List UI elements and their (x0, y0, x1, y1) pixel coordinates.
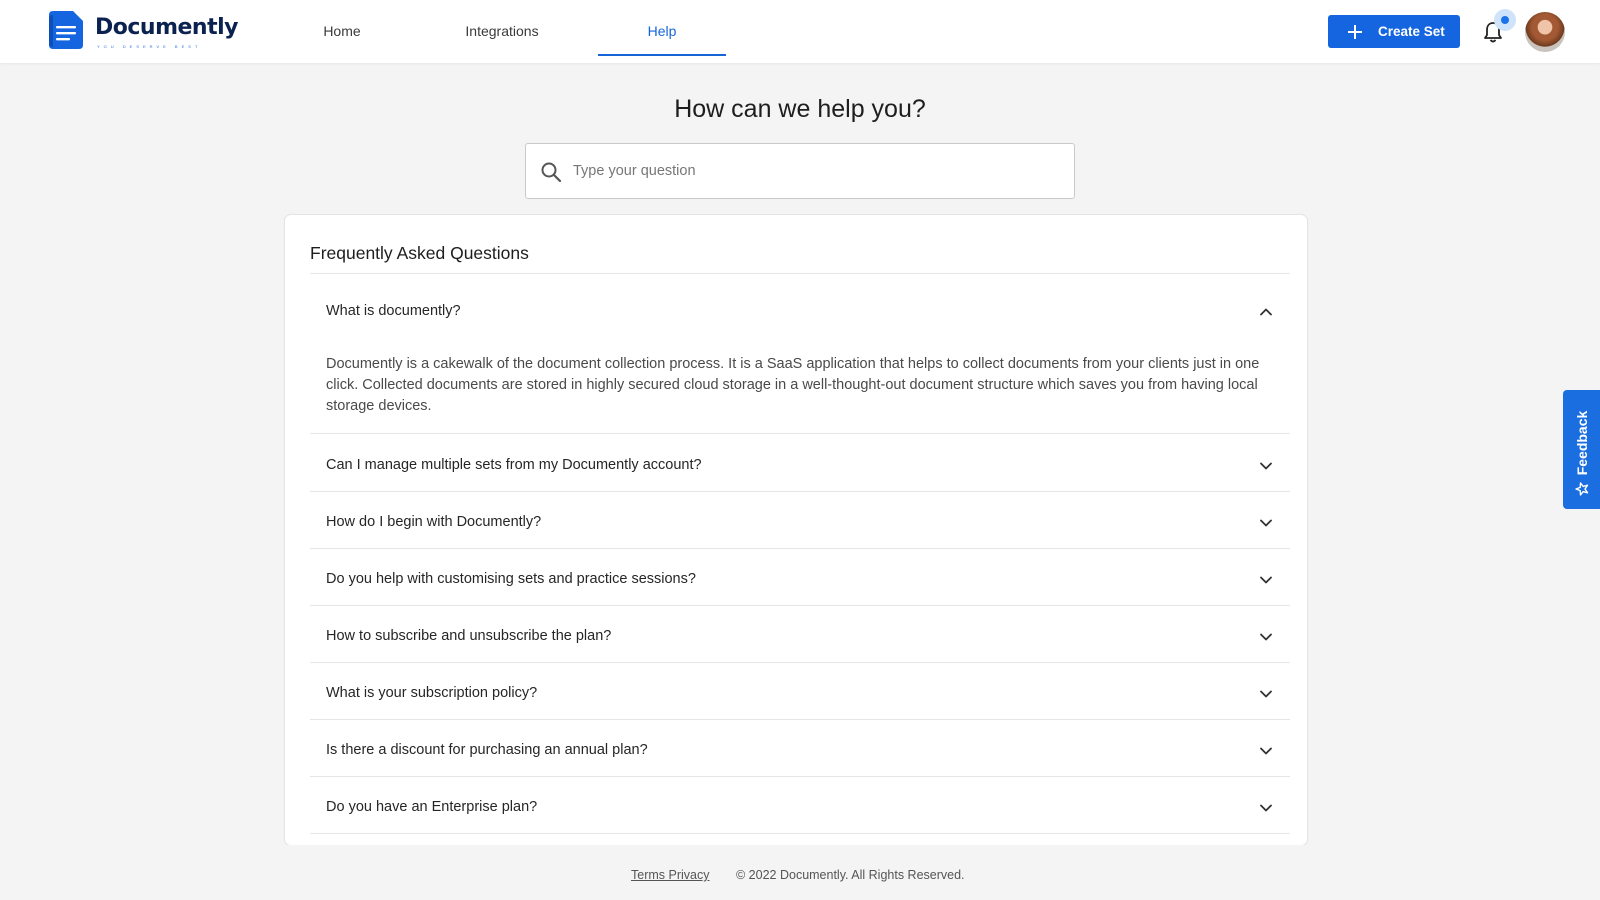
faq-question: Do you help with customising sets and pr… (326, 571, 696, 587)
faq-card: Frequently Asked Questions What is docum… (285, 215, 1307, 845)
brand-name: Documently (95, 15, 238, 40)
chevron-down-icon (1260, 747, 1272, 755)
faq-item[interactable]: Can I manage multiple sets from my Docum… (310, 435, 1290, 492)
user-avatar[interactable] (1525, 12, 1565, 52)
faq-question: Do you have an Enterprise plan? (326, 799, 538, 815)
nav-active-indicator (598, 54, 726, 56)
feedback-label: Feedback (1574, 410, 1590, 476)
brand-text: Documently YOU DESERVE BEST (95, 15, 238, 50)
faq-question: How do I begin with Documently? (326, 514, 542, 530)
nav-integrations[interactable]: Integrations (440, 0, 564, 63)
faq-title: Frequently Asked Questions (310, 243, 529, 263)
faq-question: How to subscribe and unsubscribe the pla… (326, 628, 612, 644)
faq-item[interactable]: Is there a discount for purchasing an an… (310, 720, 1290, 777)
faq-item[interactable]: How to subscribe and unsubscribe the pla… (310, 606, 1290, 663)
chevron-down-icon (1260, 519, 1272, 527)
chevron-down-icon (1260, 804, 1272, 812)
faq-item[interactable]: Do you have an Enterprise plan? (310, 777, 1290, 834)
faq-question[interactable]: What is documently? (326, 303, 461, 319)
document-lines-icon (49, 11, 83, 49)
chevron-down-icon (1260, 576, 1272, 584)
nav-home[interactable]: Home (292, 0, 392, 63)
faq-question: What is your subscription policy? (326, 685, 538, 701)
plus-icon (1348, 24, 1362, 39)
faq-item[interactable]: How do I begin with Documently? (310, 492, 1290, 549)
faq-item[interactable]: What is your subscription policy? (310, 663, 1290, 720)
page-title: How can we help you? (674, 95, 926, 123)
create-set-button[interactable]: Create Set (1328, 15, 1460, 48)
page-footer: Terms Privacy © 2022 Documently. All Rig… (0, 845, 1600, 900)
search-box (525, 143, 1075, 199)
create-set-label: Create Set (1378, 24, 1445, 39)
chevron-down-icon (1260, 633, 1272, 641)
notification-badge (1494, 9, 1516, 31)
feedback-tab[interactable]: Feedback (1563, 390, 1600, 509)
nav-help-label: Help (647, 23, 677, 39)
search-input[interactable] (573, 144, 1063, 198)
star-sparkle-icon (1575, 482, 1589, 496)
faq-item-expanded: What is documently? Documently is a cake… (310, 274, 1290, 434)
brand-logo[interactable]: Documently YOU DESERVE BEST (47, 9, 238, 51)
nav-help[interactable]: Help (598, 0, 726, 63)
faq-question: Is there a discount for purchasing an an… (326, 742, 648, 758)
chevron-down-icon (1260, 690, 1272, 698)
brand-tagline: YOU DESERVE BEST (97, 44, 202, 49)
chevron-up-icon[interactable] (1259, 305, 1273, 319)
top-header: Documently YOU DESERVE BEST Home Integra… (0, 0, 1600, 63)
chevron-down-icon (1260, 462, 1272, 470)
faq-question: Can I manage multiple sets from my Docum… (326, 457, 702, 473)
faq-answer: Documently is a cakewalk of the document… (326, 356, 1260, 414)
search-icon (541, 162, 562, 183)
faq-item[interactable]: Do you help with customising sets and pr… (310, 549, 1290, 606)
footer-terms-privacy-link[interactable]: Terms Privacy (631, 868, 709, 882)
footer-copyright: © 2022 Documently. All Rights Reserved. (736, 868, 965, 882)
